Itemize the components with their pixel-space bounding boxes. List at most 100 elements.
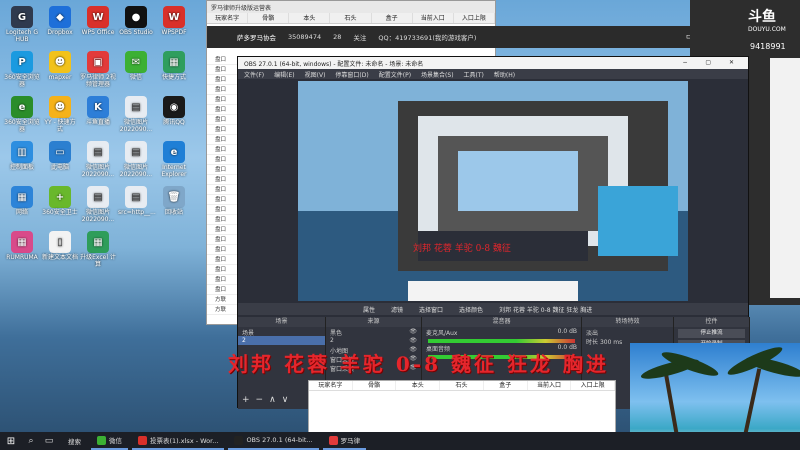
eye-icon[interactable]: 👁	[409, 328, 417, 335]
column-header[interactable]: 盒子	[484, 381, 528, 390]
table-row[interactable]: 盘口	[207, 235, 237, 245]
desktop-icon[interactable]: W WPS Office	[80, 6, 116, 37]
spreadsheet-preview-window[interactable]: 玩家名字 骨骼 本头 石头 盒子 当前入口 入口上限	[308, 380, 616, 436]
table-row[interactable]: 方联	[207, 305, 237, 315]
table-row[interactable]: 方联	[207, 295, 237, 305]
desktop-icon[interactable]: e Internet Explorer	[156, 141, 192, 178]
menu-item[interactable]: 工具(T)	[464, 70, 484, 79]
desktop-icon[interactable]: ✉ 微信	[118, 51, 154, 82]
desktop-icon[interactable]: ● OBS Studio	[118, 6, 154, 37]
desktop-icon[interactable]: P 360安全浏览器	[4, 51, 40, 88]
table-row[interactable]: 盘口	[207, 65, 237, 75]
desktop-icon[interactable]: ▥ 控制面板	[4, 141, 40, 172]
table-row[interactable]: 盘口	[207, 285, 237, 295]
desktop-icon[interactable]: +360安全卫士	[42, 186, 78, 217]
desktop-icon[interactable]: ▤ 微信图片 2022090...	[118, 96, 154, 133]
table-row[interactable]: 盘口	[207, 155, 237, 165]
desktop-icon[interactable]: ☻ mapxer	[42, 51, 78, 82]
table-row[interactable]: 盘口	[207, 135, 237, 145]
desktop-icon[interactable]: ▭ 此电脑	[42, 141, 78, 172]
menu-item[interactable]: 停靠窗口(D)	[335, 70, 368, 79]
table-row[interactable]: 盘口	[207, 145, 237, 155]
column-header[interactable]: 本头	[289, 13, 331, 23]
table-row[interactable]: 盘口	[207, 55, 237, 65]
taskbar-item[interactable]: 投票表(1).xlsx - Wor...	[132, 432, 225, 450]
column-header[interactable]: 盒子	[372, 13, 413, 23]
column-header[interactable]: 入口上限	[454, 13, 495, 23]
table-row[interactable]: 盘口	[207, 85, 237, 95]
scene-button[interactable]: ∧	[269, 395, 276, 405]
table-row[interactable]: 盘口	[207, 105, 237, 115]
table-row[interactable]: 盘口	[207, 115, 237, 125]
desktop-icon[interactable]: ▤ 微信图片 2022090...	[118, 141, 154, 178]
task-view-icon[interactable]: ▭	[40, 436, 58, 446]
table-row[interactable]: 盘口	[207, 175, 237, 185]
desktop-icon[interactable]: ▤ 微信图片 2022090...	[80, 141, 116, 178]
taskbar-item[interactable]: 微信	[91, 432, 128, 450]
desktop-icon[interactable]: 🗑 回收站	[156, 186, 192, 217]
table-row[interactable]: 盘口	[207, 225, 237, 235]
column-header[interactable]: 骨骼	[353, 381, 397, 390]
follow-button[interactable]: 关注	[353, 32, 366, 42]
desktop-icon[interactable]: ▦ 快捷方式	[156, 51, 192, 82]
table-row[interactable]: 盘口	[207, 125, 237, 135]
menu-item[interactable]: 文件(F)	[244, 70, 264, 79]
table-row[interactable]: 盘口	[207, 275, 237, 285]
desktop-icon[interactable]: ▤ 微信图片 2022090...	[80, 186, 116, 223]
scene-item[interactable]: 2	[238, 336, 325, 345]
scene-button[interactable]: −	[256, 395, 264, 405]
table-row[interactable]: 盘口	[207, 95, 237, 105]
search-icon[interactable]: ⌕	[22, 436, 40, 446]
column-header[interactable]: 骨骼	[248, 13, 290, 23]
scene-item[interactable]: 场景	[238, 327, 325, 337]
taskbar-item[interactable]: OBS 27.0.1 (64-bit...	[228, 432, 319, 450]
desktop-icon[interactable]: ▦ 升级Excel 计算	[80, 231, 116, 268]
eye-icon[interactable]: 👁	[409, 337, 417, 344]
menu-item[interactable]: 帮助(H)	[494, 70, 515, 79]
desktop-icon[interactable]: ▦ 网络	[4, 186, 40, 217]
table-row[interactable]: 盘口	[207, 195, 237, 205]
desktop-icon[interactable]: e 360安全浏览器	[4, 96, 40, 133]
menu-item[interactable]: 配置文件(P)	[379, 70, 411, 79]
properties-button[interactable]: 属性	[363, 305, 375, 314]
column-header[interactable]: 本头	[396, 381, 441, 390]
desktop-icon[interactable]: W WPSPDF	[156, 6, 192, 37]
taskbar-search[interactable]: 搜索	[62, 432, 87, 450]
select-color-button[interactable]: 选择颜色	[459, 305, 483, 314]
windows-start-icon[interactable]: ⊞	[0, 436, 22, 447]
table-row[interactable]: 盘口	[207, 255, 237, 265]
table-row[interactable]: 盘口	[207, 165, 237, 175]
desktop-icon[interactable]: ◉ 腾讯QQ	[156, 96, 192, 127]
desktop-icon[interactable]: ☻ YY - 快速方式	[42, 96, 78, 133]
transition-mode[interactable]: 淡出	[582, 327, 673, 337]
desktop-icon[interactable]: K 斗鱼直播	[80, 96, 116, 127]
filters-button[interactable]: 滤镜	[391, 305, 403, 314]
scene-button[interactable]: ∨	[282, 395, 289, 405]
menu-item[interactable]: 场景集合(S)	[421, 70, 454, 79]
table-row[interactable]: 盘口	[207, 75, 237, 85]
table-row[interactable]: 盘口	[207, 265, 237, 275]
desktop-icon[interactable]: ▦ RUMRUMA	[4, 231, 40, 262]
window-controls[interactable]: − ▢ ✕	[682, 59, 742, 67]
scene-button[interactable]: +	[242, 395, 250, 405]
column-header[interactable]: 入口上限	[571, 381, 616, 390]
menu-item[interactable]: 视图(V)	[305, 70, 326, 79]
column-header[interactable]: 当前入口	[413, 13, 454, 23]
table-row[interactable]: 盘口	[207, 215, 237, 225]
column-header[interactable]: 玩家名字	[207, 13, 249, 23]
desktop-icon[interactable]: ▤ src=http__...	[118, 186, 156, 217]
column-header[interactable]: 当前入口	[528, 381, 572, 390]
table-row[interactable]: 盘口	[207, 205, 237, 215]
menu-item[interactable]: 编辑(E)	[274, 70, 294, 79]
table-row[interactable]: 盘口	[207, 245, 237, 255]
select-window-button[interactable]: 选择窗口	[419, 305, 443, 314]
desktop-icon[interactable]: ◆ Dropbox	[42, 6, 78, 37]
source-item[interactable]: 黑色 👁	[326, 327, 421, 337]
taskbar-item[interactable]: 罗马律	[322, 432, 367, 450]
column-header[interactable]: 玩家名字	[309, 381, 353, 390]
table-row[interactable]: 盘口	[207, 185, 237, 195]
column-header[interactable]: 石头	[440, 381, 484, 390]
column-header[interactable]: 石头	[330, 13, 372, 23]
source-item[interactable]: 2 👁	[326, 336, 421, 345]
desktop-icon[interactable]: ▣ 罗马律师 2视频管理器	[80, 51, 116, 88]
